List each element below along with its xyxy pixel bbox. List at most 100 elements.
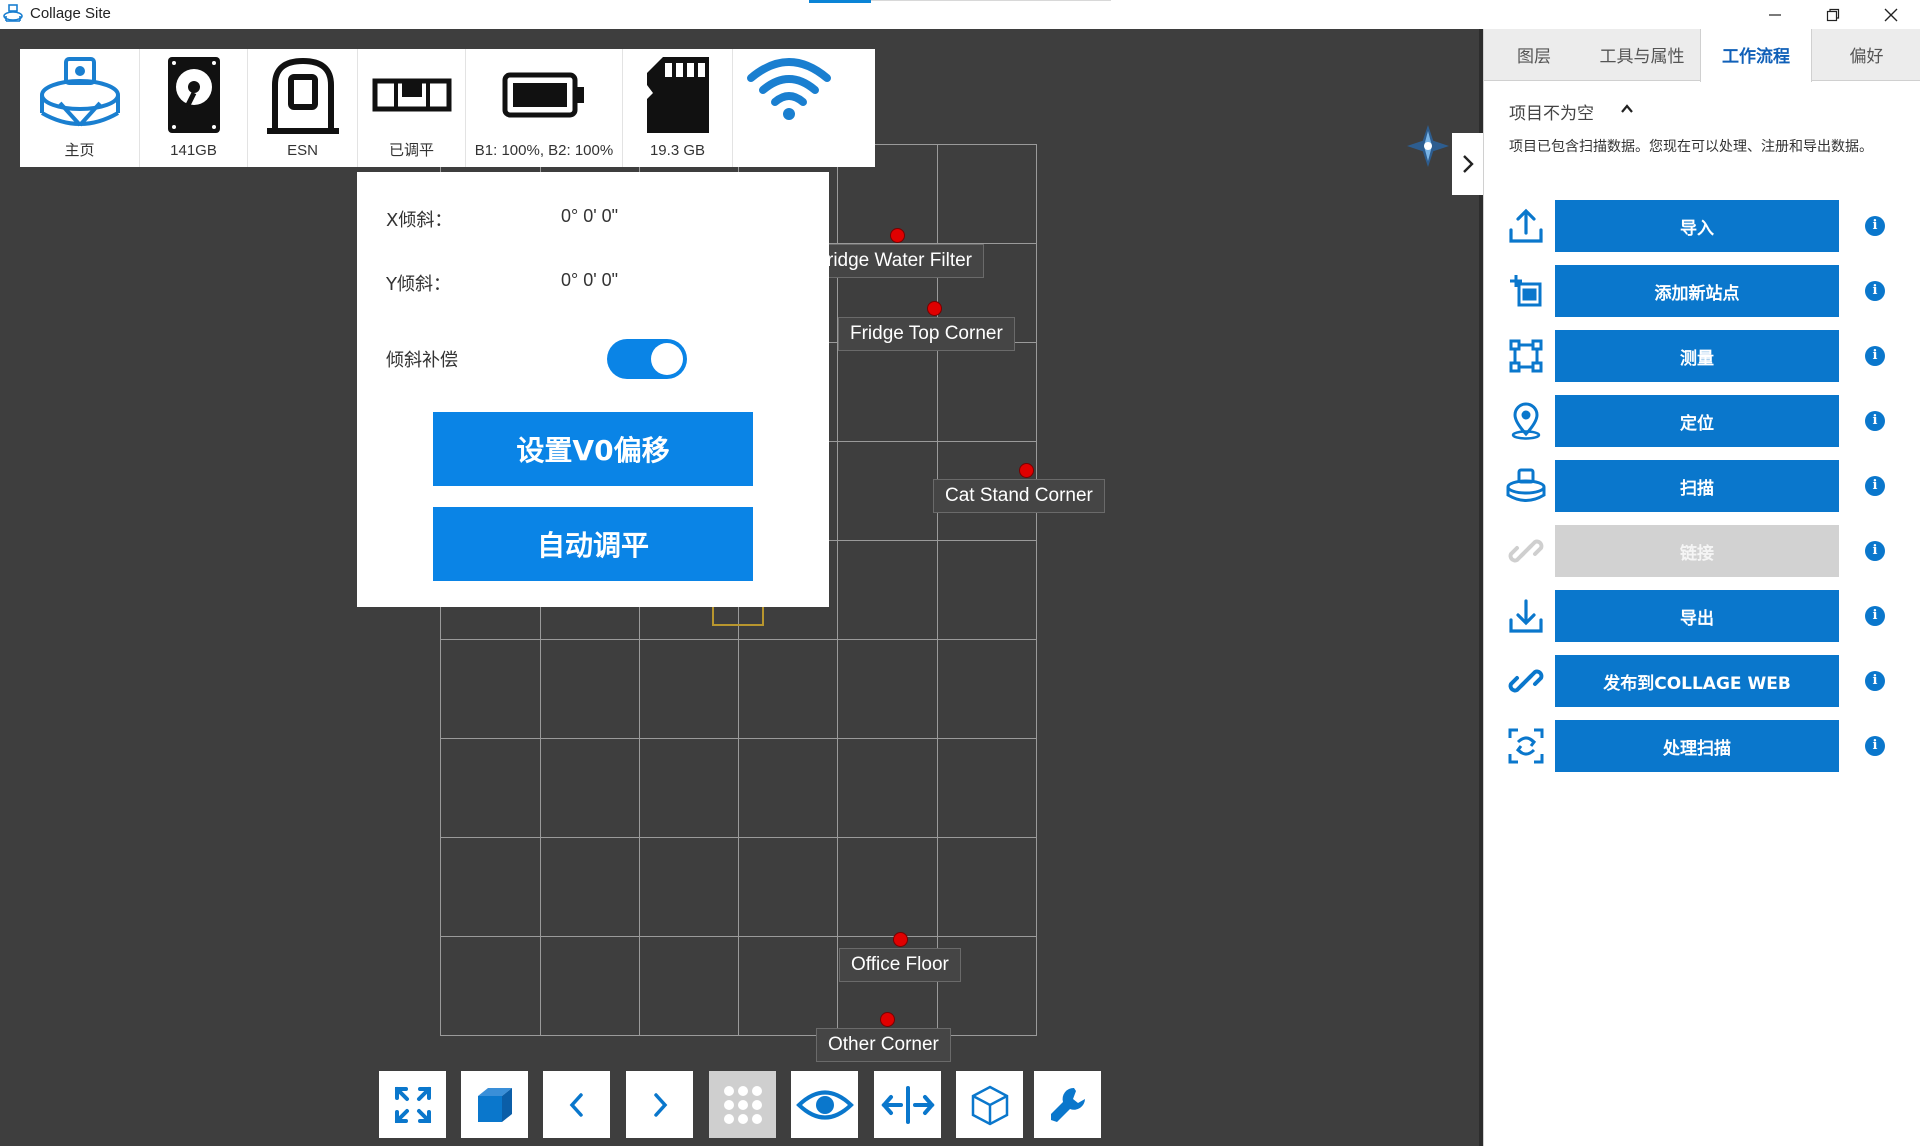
status-home[interactable]: 主页 bbox=[20, 49, 140, 167]
scan-icon bbox=[1506, 468, 1546, 502]
status-wifi[interactable] bbox=[733, 49, 845, 167]
scan-point[interactable] bbox=[1019, 463, 1034, 478]
status-label: B1: 100%, B2: 100% bbox=[474, 142, 614, 159]
export-button[interactable]: 导出 bbox=[1555, 590, 1839, 642]
point-label[interactable]: Other Corner bbox=[816, 1028, 951, 1062]
status-esn[interactable]: ESN bbox=[248, 49, 358, 167]
status-storage[interactable]: 141GB bbox=[140, 49, 248, 167]
tilt-compensation-toggle[interactable] bbox=[607, 339, 687, 379]
grid-line bbox=[1036, 144, 1037, 1036]
status-label: 141GB bbox=[170, 142, 217, 159]
minimize-button[interactable] bbox=[1746, 0, 1804, 29]
info-icon[interactable]: i bbox=[1865, 346, 1885, 366]
measure-button[interactable]: 测量 bbox=[1555, 330, 1839, 382]
info-icon[interactable]: i bbox=[1865, 216, 1885, 236]
location-pin-icon bbox=[1511, 402, 1541, 440]
tilt-popup: X倾斜： 0° 0' 0" Y倾斜： 0° 0' 0" 倾斜补偿 设置V0偏移 … bbox=[357, 172, 829, 607]
tools-button[interactable] bbox=[1034, 1071, 1101, 1138]
esn-scanner-icon bbox=[266, 57, 339, 134]
3d-view-button[interactable] bbox=[461, 1071, 528, 1138]
grid-view-button[interactable] bbox=[709, 1071, 776, 1138]
eye-icon bbox=[795, 1090, 854, 1119]
title-indicator-track bbox=[871, 0, 1111, 1]
link-icon bbox=[1508, 539, 1544, 563]
fullscreen-icon bbox=[394, 1086, 431, 1123]
scan-point[interactable] bbox=[880, 1012, 895, 1027]
point-label[interactable]: Office Floor bbox=[839, 948, 961, 982]
workflow-row-import: 导入 i bbox=[1484, 200, 1920, 252]
chevron-up-icon[interactable] bbox=[1619, 101, 1635, 117]
scan-point[interactable] bbox=[893, 932, 908, 947]
scan-point[interactable] bbox=[927, 301, 942, 316]
scan-point[interactable] bbox=[890, 228, 905, 243]
wifi-icon bbox=[747, 58, 831, 120]
workflow-row-measure: 测量 i bbox=[1484, 330, 1920, 382]
fullscreen-button[interactable] bbox=[379, 1071, 446, 1138]
upload-icon bbox=[1509, 208, 1543, 243]
point-label[interactable]: Cat Stand Corner bbox=[933, 479, 1105, 513]
scanner-home-icon bbox=[39, 57, 120, 127]
restore-button[interactable] bbox=[1804, 0, 1862, 29]
visibility-button[interactable] bbox=[791, 1071, 858, 1138]
compass-icon[interactable] bbox=[1405, 123, 1451, 169]
chevron-right-icon bbox=[1462, 155, 1474, 173]
publish-collage-web-button[interactable]: 发布到COLLAGE WEB bbox=[1555, 655, 1839, 707]
next-button[interactable] bbox=[626, 1071, 693, 1138]
publish-link-icon bbox=[1508, 669, 1544, 693]
add-station-button[interactable]: 添加新站点 bbox=[1555, 265, 1839, 317]
previous-button[interactable] bbox=[543, 1071, 610, 1138]
tab-tools-properties[interactable]: 工具与属性 bbox=[1584, 29, 1700, 81]
info-icon[interactable]: i bbox=[1865, 736, 1885, 756]
set-v0-offset-button[interactable]: 设置V0偏移 bbox=[433, 412, 753, 486]
scan-button[interactable]: 扫描 bbox=[1555, 460, 1839, 512]
info-icon[interactable]: i bbox=[1865, 671, 1885, 691]
info-icon[interactable]: i bbox=[1865, 541, 1885, 561]
locate-button[interactable]: 定位 bbox=[1555, 395, 1839, 447]
point-label[interactable]: Fridge Top Corner bbox=[838, 317, 1015, 351]
point-label[interactable]: ridge Water Filter bbox=[815, 244, 984, 278]
tab-preferences[interactable]: 偏好 bbox=[1812, 29, 1920, 81]
status-battery[interactable]: B1: 100%, B2: 100% bbox=[466, 49, 623, 167]
y-tilt-value: 0° 0' 0" bbox=[561, 270, 619, 290]
tab-workflow[interactable]: 工作流程 bbox=[1700, 29, 1812, 82]
y-tilt-label: Y倾斜： bbox=[386, 274, 451, 295]
minimize-icon bbox=[1769, 13, 1781, 16]
workflow-row-process: 处理扫描 i bbox=[1484, 720, 1920, 772]
auto-level-button[interactable]: 自动调平 bbox=[433, 507, 753, 581]
workflow-row-publish: 发布到COLLAGE WEB i bbox=[1484, 655, 1920, 707]
tab-layers[interactable]: 图层 bbox=[1484, 29, 1584, 81]
panel-collapse-tab[interactable] bbox=[1452, 133, 1483, 195]
workflow-row-link: 链接 i bbox=[1484, 525, 1920, 577]
cube-outline-icon bbox=[971, 1085, 1008, 1125]
process-scan-button[interactable]: 处理扫描 bbox=[1555, 720, 1839, 772]
info-icon[interactable]: i bbox=[1865, 476, 1885, 496]
bounding-box-button[interactable] bbox=[956, 1071, 1023, 1138]
info-icon[interactable]: i bbox=[1865, 606, 1885, 626]
process-scan-icon bbox=[1508, 728, 1544, 764]
wrench-icon bbox=[1050, 1087, 1085, 1122]
split-view-icon bbox=[880, 1085, 935, 1124]
sd-card-icon bbox=[646, 57, 709, 133]
workflow-row-locate: 定位 i bbox=[1484, 395, 1920, 447]
close-button[interactable] bbox=[1862, 0, 1920, 29]
grid-line bbox=[440, 837, 1037, 838]
grid-line bbox=[440, 639, 1037, 640]
grid-dots-icon bbox=[723, 1085, 762, 1124]
toggle-knob bbox=[651, 343, 683, 375]
workflow-row-scan: 扫描 i bbox=[1484, 460, 1920, 512]
split-view-button[interactable] bbox=[874, 1071, 941, 1138]
window-title: Collage Site bbox=[30, 5, 111, 22]
x-tilt-label: X倾斜： bbox=[386, 210, 453, 231]
info-icon[interactable]: i bbox=[1865, 281, 1885, 301]
import-button[interactable]: 导入 bbox=[1555, 200, 1839, 252]
x-tilt-value: 0° 0' 0" bbox=[561, 206, 619, 226]
status-label: 主页 bbox=[64, 142, 95, 159]
status-level[interactable]: 已调平 bbox=[358, 49, 466, 167]
right-panel: 图层 工具与属性 工作流程 偏好 项目不为空 项目已包含扫描数据。您现在可以处理… bbox=[1483, 29, 1920, 1146]
battery-icon bbox=[502, 72, 584, 118]
status-sd-card[interactable]: 19.3 GB bbox=[623, 49, 733, 167]
grid-line bbox=[440, 738, 1037, 739]
info-icon[interactable]: i bbox=[1865, 411, 1885, 431]
status-label: 19.3 GB bbox=[649, 142, 706, 159]
link-button[interactable]: 链接 bbox=[1555, 525, 1839, 577]
